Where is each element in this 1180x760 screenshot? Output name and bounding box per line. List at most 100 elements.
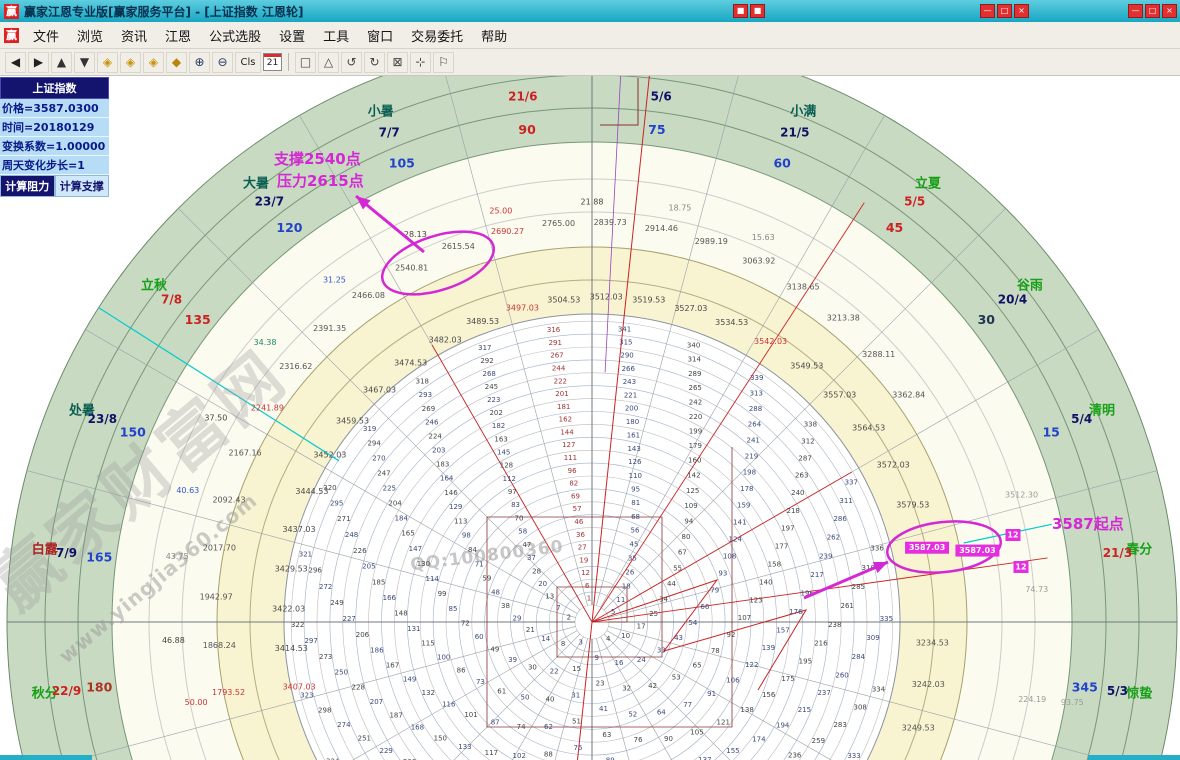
- app-window-controls: —□×: [1128, 4, 1177, 18]
- svg-text:91: 91: [707, 690, 716, 698]
- svg-text:336: 336: [870, 545, 884, 553]
- svg-text:125: 125: [686, 487, 699, 495]
- svg-text:155: 155: [726, 747, 739, 755]
- svg-text:113: 113: [454, 517, 467, 525]
- svg-text:67: 67: [678, 549, 687, 557]
- svg-text:288: 288: [749, 405, 762, 413]
- svg-text:274: 274: [337, 721, 351, 729]
- child-close-button[interactable]: ×: [1014, 4, 1029, 18]
- svg-text:2092.43: 2092.43: [212, 495, 245, 504]
- svg-text:314: 314: [688, 356, 702, 364]
- svg-text:18: 18: [622, 582, 631, 590]
- info-row: 变换系数=1.00000: [0, 137, 109, 156]
- menu-item[interactable]: 浏览: [68, 26, 112, 45]
- menu-item[interactable]: 资讯: [112, 26, 156, 45]
- pointer-down-icon[interactable]: ▼: [74, 52, 95, 73]
- rect-tool-icon[interactable]: □: [295, 52, 316, 73]
- svg-text:21/6: 21/6: [508, 90, 537, 104]
- svg-text:2466.08: 2466.08: [352, 291, 385, 300]
- menu-item[interactable]: 文件: [24, 26, 68, 45]
- gann-wheel-icon[interactable]: ◆: [166, 52, 187, 73]
- svg-text:236: 236: [788, 752, 802, 760]
- menu-item[interactable]: 窗口: [358, 26, 402, 45]
- svg-text:3437.03: 3437.03: [282, 525, 315, 534]
- svg-text:139: 139: [762, 644, 775, 652]
- svg-text:32: 32: [622, 685, 631, 693]
- triangle-tool-icon[interactable]: △: [318, 52, 339, 73]
- svg-text:2540.81: 2540.81: [395, 264, 428, 273]
- svg-text:5/5: 5/5: [904, 195, 925, 209]
- svg-text:204: 204: [388, 499, 402, 507]
- svg-text:130: 130: [417, 560, 430, 568]
- window-title: 赢家江恩专业版[赢家服务平台] - [上证指数 江恩轮]: [24, 3, 303, 20]
- svg-text:38: 38: [501, 602, 510, 610]
- child-minimize-button[interactable]: —: [980, 4, 995, 18]
- svg-text:144: 144: [560, 428, 574, 436]
- svg-text:3063.92: 3063.92: [742, 256, 775, 265]
- title-tool-a[interactable]: ■: [733, 4, 748, 18]
- index-name: 上证指数: [0, 77, 109, 99]
- svg-text:3422.03: 3422.03: [272, 604, 305, 613]
- svg-text:183: 183: [436, 461, 449, 469]
- svg-text:2914.46: 2914.46: [645, 224, 678, 233]
- svg-text:242: 242: [689, 398, 702, 406]
- calendar-icon[interactable]: 21: [263, 53, 282, 71]
- calc-support-button[interactable]: 计算支撑: [55, 175, 110, 197]
- child-restore-button[interactable]: □: [997, 4, 1012, 18]
- svg-text:115: 115: [421, 640, 434, 648]
- forward-icon[interactable]: ▶: [28, 52, 49, 73]
- title-tool-b[interactable]: ■: [750, 4, 765, 18]
- svg-text:74.73: 74.73: [1025, 585, 1048, 594]
- svg-text:33: 33: [657, 647, 666, 655]
- menu-item[interactable]: 设置: [270, 26, 314, 45]
- delete-box-icon[interactable]: ⊠: [387, 52, 408, 73]
- zoom-in-icon[interactable]: ⊕: [189, 52, 210, 73]
- menu-item[interactable]: 工具: [314, 26, 358, 45]
- svg-text:141: 141: [733, 518, 746, 526]
- svg-text:295: 295: [330, 499, 343, 507]
- svg-text:1793.52: 1793.52: [212, 688, 245, 697]
- svg-text:184: 184: [395, 514, 409, 522]
- gann-fan-icon[interactable]: ◈: [97, 52, 118, 73]
- svg-text:108: 108: [723, 552, 736, 560]
- rotate-cw-icon[interactable]: ↻: [364, 52, 385, 73]
- svg-text:250: 250: [335, 669, 348, 677]
- svg-text:5/6: 5/6: [651, 90, 672, 104]
- pointer-up-icon[interactable]: ▲: [51, 52, 72, 73]
- svg-text:50.00: 50.00: [185, 698, 208, 707]
- svg-text:19: 19: [579, 556, 588, 564]
- svg-text:90: 90: [518, 122, 536, 137]
- svg-text:126: 126: [628, 458, 642, 466]
- zoom-out-icon[interactable]: ⊖: [212, 52, 233, 73]
- svg-text:84: 84: [468, 546, 477, 554]
- crosshair-icon[interactable]: ⊹: [410, 52, 431, 73]
- app-close-button[interactable]: ×: [1162, 4, 1177, 18]
- app-minimize-button[interactable]: —: [1128, 4, 1143, 18]
- child-window-controls: —□×: [980, 4, 1029, 18]
- menu-item[interactable]: 江恩: [156, 26, 200, 45]
- gann-box-icon[interactable]: ◈: [143, 52, 164, 73]
- menu-item[interactable]: 交易委托: [402, 26, 472, 45]
- app-restore-button[interactable]: □: [1145, 4, 1160, 18]
- svg-text:23: 23: [596, 680, 605, 688]
- menu-item[interactable]: 公式选股: [200, 26, 270, 45]
- svg-text:39: 39: [508, 656, 517, 664]
- svg-text:293: 293: [419, 391, 432, 399]
- flag-icon[interactable]: ⚐: [433, 52, 454, 73]
- svg-text:3572.03: 3572.03: [877, 461, 910, 470]
- svg-text:333: 333: [847, 752, 860, 760]
- calc-resistance-button[interactable]: 计算阻力: [0, 175, 55, 197]
- svg-text:165: 165: [401, 530, 414, 538]
- svg-text:82: 82: [569, 480, 578, 488]
- svg-text:133: 133: [458, 743, 471, 751]
- rotate-ccw-icon[interactable]: ↺: [341, 52, 362, 73]
- svg-text:37: 37: [527, 554, 536, 562]
- back-icon[interactable]: ◀: [5, 52, 26, 73]
- menu-item[interactable]: 帮助: [472, 26, 516, 45]
- svg-text:259: 259: [812, 737, 825, 745]
- gann-grid-icon[interactable]: ◈: [120, 52, 141, 73]
- svg-text:273: 273: [319, 653, 332, 661]
- cls-button[interactable]: Cls: [235, 52, 261, 73]
- svg-text:1: 1: [587, 595, 591, 603]
- svg-text:147: 147: [409, 545, 422, 553]
